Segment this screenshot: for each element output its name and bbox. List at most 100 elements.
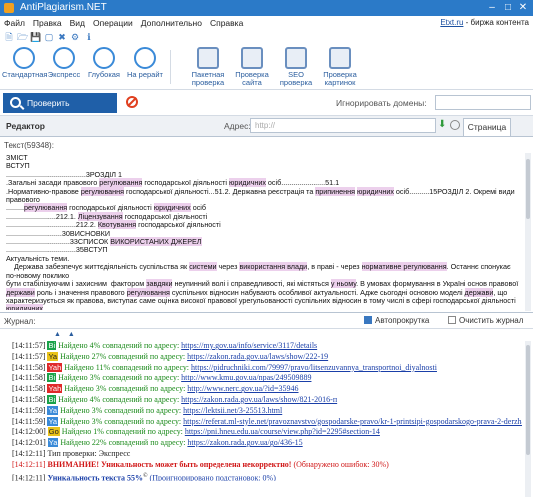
- check-uniqueness-button[interactable]: Проверить уникальность: [3, 93, 117, 128]
- quick-toolbar: 🗎 🗁 💾 ▢ ✖ ⚙ ℹ: [0, 30, 533, 44]
- journal-result-url[interactable]: https://zakon.rada.gov.ua/go/436-15: [187, 438, 302, 447]
- images-icon: [329, 47, 351, 69]
- match-highlight: юридичних: [357, 186, 394, 196]
- match-highlight: регулювання: [126, 287, 170, 297]
- journal-timestamp: [14:11:59]: [12, 416, 48, 426]
- maximize-button[interactable]: □: [501, 0, 515, 16]
- rewrite-check-button[interactable]: На рерайт: [126, 47, 164, 79]
- journal-result-url[interactable]: http://www.nerc.gov.ua/?id=35946: [187, 384, 298, 393]
- match-highlight: держави: [464, 287, 494, 297]
- site-label: Проверка сайта: [235, 70, 269, 87]
- journal-warning: ВНИМАНИЕ! Уникальность может быть опреде…: [47, 459, 292, 469]
- engine-badge: Yah: [47, 384, 63, 394]
- etxt-site[interactable]: Etxt.ru: [440, 18, 463, 27]
- engine-badge: Bi: [47, 341, 57, 350]
- journal-result-url[interactable]: https://zakon.rada.gov.ua/laws/show/821-…: [181, 395, 337, 404]
- ribbon: Стандартная Экспресс Глубокая На рерайт …: [0, 44, 533, 90]
- seo-check-button[interactable]: SEO проверка: [276, 47, 316, 87]
- express-label: Экспресс: [47, 70, 81, 79]
- match-highlight: Квотування: [97, 220, 137, 230]
- site-check-button[interactable]: Проверка сайта: [232, 47, 272, 87]
- clear-address-icon[interactable]: [450, 120, 460, 130]
- save-icon[interactable]: 💾: [30, 32, 41, 42]
- uniqueness-superscript: ©: [142, 472, 148, 479]
- journal-row: [14:11:58] Yah Найдено 11% совпадений по…: [12, 362, 522, 374]
- menu-help[interactable]: Справка: [206, 16, 247, 30]
- journal-result-url[interactable]: https://pidruchniki.com/79997/pravo/lits…: [191, 363, 437, 372]
- text-header: Текст(59348):: [4, 141, 54, 150]
- info-icon[interactable]: ℹ: [84, 32, 94, 42]
- search-icon: [10, 97, 21, 108]
- window-title: AntiPlagiarism.NET: [20, 2, 107, 13]
- new-file-icon[interactable]: 🗎: [4, 32, 14, 42]
- text-scroll-thumb[interactable]: [526, 159, 530, 219]
- engine-badge: Yah: [47, 362, 63, 372]
- journal-scrollbar[interactable]: [525, 341, 531, 497]
- address-label: Адрес:: [224, 121, 251, 131]
- journal-result-url[interactable]: http://www.kmu.gov.ua/npas/249509889: [181, 373, 311, 382]
- seo-label: SEO проверка: [279, 70, 313, 87]
- ignore-domains-label: Игнорировать домены:: [336, 98, 427, 108]
- settings-icon[interactable]: ⚙: [70, 32, 80, 42]
- match-highlight: використання влади: [239, 262, 308, 272]
- autoscroll-checkbox[interactable]: Автопрокрутка: [364, 316, 429, 325]
- abc-check-icon: [13, 47, 35, 69]
- stop-icon[interactable]: [126, 96, 138, 108]
- match-highlight: регулювання: [99, 178, 143, 188]
- images-check-button[interactable]: Проверка картинок: [318, 47, 362, 87]
- journal-timestamp: [14:11:58]: [12, 394, 48, 404]
- journal-result-url[interactable]: https://referat.ml-style.net/pravoznavst…: [183, 417, 522, 426]
- journal-row: [14:11:58] Yah Найдено 3% совпадений по …: [12, 384, 522, 395]
- match-highlight: регулювання: [23, 203, 68, 213]
- journal-result-url[interactable]: https://zakon.rada.gov.ua/laws/show/222-…: [187, 352, 328, 361]
- deep-check-button[interactable]: Глубокая: [86, 47, 122, 79]
- journal-found-text: Найдено 3% совпадений по адресу:: [60, 416, 184, 426]
- batch-check-button[interactable]: Пакетная проверка: [186, 47, 230, 87]
- journal-found-text: Найдено 27% совпадений по адресу:: [60, 351, 188, 361]
- menu-additional[interactable]: Дополнительно: [137, 16, 206, 30]
- clear-journal-label: Очистить журнал: [459, 316, 524, 325]
- text-scrollbar[interactable]: [525, 153, 531, 311]
- title-bar: AntiPlagiarism.NET – □ ✕: [0, 0, 533, 16]
- standard-check-button[interactable]: Стандартная: [2, 47, 47, 79]
- journal-found-text: Найдено 22% совпадений по адресу:: [60, 438, 188, 448]
- journal-timestamp: [14:12:01]: [12, 438, 48, 448]
- collapse-arrows-icon[interactable]: ▲▲: [54, 331, 82, 338]
- match-highlight: юридичних: [229, 178, 266, 188]
- open-folder-icon[interactable]: 🗁: [17, 32, 28, 42]
- journal-row: [14:12:00] Go Найдено 1% совпадений по а…: [12, 427, 522, 438]
- ignore-domains-input[interactable]: [435, 95, 531, 110]
- menu-operations[interactable]: Операции: [89, 16, 137, 30]
- download-icon[interactable]: ⬇: [438, 120, 448, 130]
- journal-row: [14:11:58] Bi Найдено 4% совпадений по а…: [12, 394, 522, 406]
- journal-row: [14:12:11] ВНИМАНИЕ! Уникальность может …: [12, 460, 522, 471]
- tab-page[interactable]: Страница: [463, 118, 511, 136]
- journal-result-url[interactable]: https://my.gov.ua/info/service/3117/deta…: [181, 341, 317, 350]
- menu-view[interactable]: Вид: [66, 16, 89, 30]
- text-editor[interactable]: ЗМІСТ ВСТУП ............................…: [6, 154, 522, 310]
- express-check-button[interactable]: Экспресс: [46, 47, 82, 79]
- match-highlight: юридичних: [153, 203, 191, 213]
- tools-icon[interactable]: ✖: [57, 32, 67, 42]
- journal-timestamp: [14:12:11]: [12, 448, 48, 458]
- app-icon: [4, 3, 14, 13]
- menu-edit[interactable]: Правка: [29, 16, 66, 30]
- close-button[interactable]: ✕: [516, 0, 530, 16]
- etxt-link[interactable]: Etxt.ru - биржа контента: [440, 16, 529, 30]
- journal-timestamp: [14:12:11]: [12, 459, 48, 469]
- journal-timestamp: [14:11:57]: [12, 341, 48, 350]
- minimize-button[interactable]: –: [485, 0, 499, 16]
- menu-file[interactable]: Файл: [0, 16, 29, 30]
- journal-found-text: Найдено 4% совпадений по адресу:: [58, 341, 182, 350]
- journal-error-rate: (Обнаружено ошибок: 30%): [293, 459, 389, 469]
- match-highlight: системи: [189, 262, 217, 272]
- match-highlight: юридичних: [6, 304, 43, 310]
- clear-journal-button[interactable]: Очистить журнал: [448, 316, 523, 325]
- journal-result-url[interactable]: https://lektsii.net/3-25513.html: [183, 406, 282, 415]
- journal-result-url[interactable]: https://pni.hneu.edu.ua/course/view.php?…: [185, 427, 380, 436]
- journal-row: [14:11:57] Bi Найдено 4% совпадений по а…: [12, 341, 522, 352]
- rewrite-label: На рерайт: [127, 70, 163, 79]
- journal-scroll-thumb[interactable]: [526, 345, 530, 455]
- copy-icon[interactable]: ▢: [44, 32, 54, 42]
- address-input[interactable]: http://: [250, 118, 436, 133]
